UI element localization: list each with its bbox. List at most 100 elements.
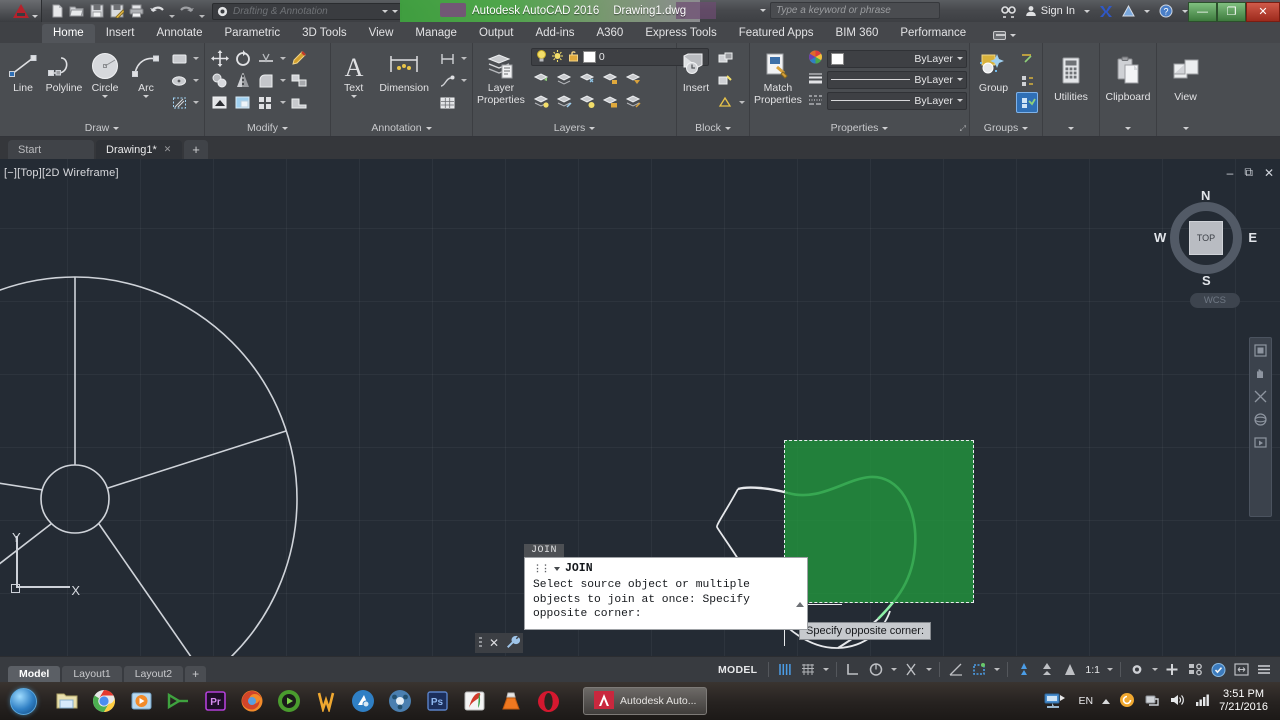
workspace-menu-icon[interactable] (392, 9, 398, 13)
layer-freeze-icon[interactable] (577, 68, 599, 89)
clipboard-button[interactable]: Clipboard (1104, 48, 1152, 103)
orbit-icon[interactable] (1252, 411, 1269, 428)
chevron-down-icon[interactable] (882, 126, 889, 130)
maximize-button[interactable]: ❐ (1217, 1, 1246, 22)
fillet-icon[interactable] (255, 70, 277, 91)
chevron-down-icon[interactable] (956, 78, 963, 81)
polar-tracking-icon[interactable] (866, 660, 886, 679)
search-input[interactable]: Type a keyword or phrase (770, 2, 940, 19)
text-dropdown-caret-icon[interactable] (350, 95, 357, 98)
close-icon[interactable]: ✕ (489, 636, 499, 650)
snap-dropdown-caret-icon[interactable] (821, 659, 830, 680)
linetype-combo[interactable]: ByLayer (826, 91, 967, 110)
opera-browser-icon[interactable] (535, 688, 561, 714)
text-button[interactable]: A Text (335, 48, 372, 98)
ellipse-icon[interactable] (168, 70, 190, 91)
autodesk-360-icon[interactable] (1122, 4, 1135, 18)
steering-wheel-icon[interactable] (1252, 342, 1269, 359)
group-selection-on-icon[interactable] (1016, 92, 1038, 113)
save-disk-icon[interactable] (88, 3, 105, 20)
tab-3d-tools[interactable]: 3D Tools (291, 24, 358, 43)
panel-title-annotation[interactable]: Annotation (335, 120, 468, 136)
showmotion-icon[interactable] (1252, 434, 1269, 451)
help-icon[interactable]: ? (1159, 4, 1173, 18)
lineweight-combo[interactable]: ByLayer (826, 70, 967, 89)
application-menu-button[interactable] (0, 0, 42, 22)
hatch-icon[interactable] (168, 92, 190, 113)
dimension-button[interactable]: Dimension (375, 48, 433, 94)
command-line-panel[interactable]: ⋮⋮ JOIN Select source object or multiple… (524, 557, 808, 630)
circle-button[interactable]: Circle (86, 48, 124, 98)
new-tab-button[interactable]: + (184, 140, 208, 159)
viewport-close-icon[interactable]: ✕ (1264, 166, 1274, 180)
taskbar-active-window[interactable]: Autodesk Auto... (583, 687, 708, 715)
chevron-down-icon[interactable] (956, 57, 963, 60)
scale-dropdown-caret-icon[interactable] (1105, 659, 1114, 680)
panel-title-block[interactable]: Block (681, 120, 745, 136)
polyline-button[interactable]: Polyline (45, 48, 83, 94)
tab-view[interactable]: View (358, 24, 405, 43)
viewport-restore-icon[interactable]: ⧉ (1244, 165, 1253, 180)
chevron-down-icon[interactable] (113, 126, 120, 130)
doc-tab-drawing1[interactable]: Drawing1* ✕ (96, 140, 182, 159)
viewcube-south-label[interactable]: S (1202, 273, 1211, 288)
snap-mode-icon[interactable] (798, 660, 818, 679)
arc-dropdown-caret-icon[interactable] (143, 95, 149, 98)
color-combo[interactable]: ByLayer (826, 49, 967, 68)
exchange-apps-icon[interactable] (1099, 5, 1113, 18)
move-icon[interactable] (209, 48, 231, 69)
model-space-button[interactable]: MODEL (713, 664, 762, 676)
color-wheel-icon[interactable] (807, 49, 824, 68)
line-button[interactable]: Line (4, 48, 42, 94)
chevron-down-icon[interactable] (1182, 126, 1189, 130)
adobe-premiere-icon[interactable]: Pr (202, 688, 228, 714)
sun-icon[interactable] (551, 49, 564, 66)
undo-arrow-icon[interactable] (148, 3, 165, 20)
chevron-down-icon[interactable] (281, 126, 288, 130)
volume-icon[interactable] (1169, 692, 1185, 711)
search-icon[interactable] (1000, 5, 1016, 18)
hatch-dropdown-caret-icon[interactable] (191, 92, 200, 113)
lineweight-icon[interactable] (807, 70, 824, 89)
pdf-reader-icon[interactable] (461, 688, 487, 714)
tab-annotate[interactable]: Annotate (145, 24, 213, 43)
file-explorer-icon[interactable] (54, 688, 80, 714)
layer-thaw-icon[interactable] (577, 91, 599, 112)
annotation-visibility-icon[interactable] (969, 660, 989, 679)
vlc-player-icon[interactable] (498, 688, 524, 714)
linear-dim-caret-icon[interactable] (459, 48, 468, 69)
layout-tab-layout2[interactable]: Layout2 (123, 665, 184, 683)
tab-insert[interactable]: Insert (95, 24, 146, 43)
offset-icon[interactable] (288, 92, 310, 113)
tab-output[interactable]: Output (468, 24, 525, 43)
network-icon[interactable] (1144, 692, 1160, 711)
array-dropdown-caret-icon[interactable] (278, 92, 287, 113)
tab-add-ins[interactable]: Add-ins (524, 24, 585, 43)
clipboard-panel-expand[interactable] (1104, 120, 1152, 136)
stretch-icon[interactable] (209, 92, 231, 113)
view-panel-expand[interactable] (1161, 120, 1210, 136)
ellipse-dropdown-caret-icon[interactable] (191, 70, 200, 91)
network-center-icon[interactable] (1043, 689, 1069, 714)
match-properties-button[interactable]: Match Properties (754, 48, 802, 106)
chevron-down-icon[interactable] (425, 126, 432, 130)
panel-title-layers[interactable]: Layers (477, 120, 672, 136)
viewcube-north-label[interactable]: N (1201, 188, 1210, 203)
linear-dim-icon[interactable] (436, 48, 458, 69)
layer-properties-button[interactable]: Layer Properties (477, 48, 525, 106)
panel-title-modify[interactable]: Modify (209, 120, 326, 136)
panel-title-draw[interactable]: Draw (4, 120, 200, 136)
annotation-visibility-caret-icon[interactable] (992, 659, 1001, 680)
chevron-down-icon[interactable] (724, 126, 731, 130)
save-as-icon[interactable] (108, 3, 125, 20)
grid-display-icon[interactable] (775, 660, 795, 679)
group-edit-icon[interactable] (1016, 70, 1038, 91)
chevron-down-icon[interactable] (554, 566, 560, 571)
annotation-scale-value[interactable]: 1:1 (1083, 664, 1102, 676)
array-icon[interactable] (255, 92, 277, 113)
panel-title-properties[interactable]: Properties (754, 120, 965, 136)
sketchup-icon[interactable] (350, 688, 376, 714)
workspace-switching-icon[interactable] (1127, 660, 1147, 679)
erase-icon[interactable] (288, 48, 310, 69)
object-snap-tracking-icon[interactable] (946, 660, 966, 679)
